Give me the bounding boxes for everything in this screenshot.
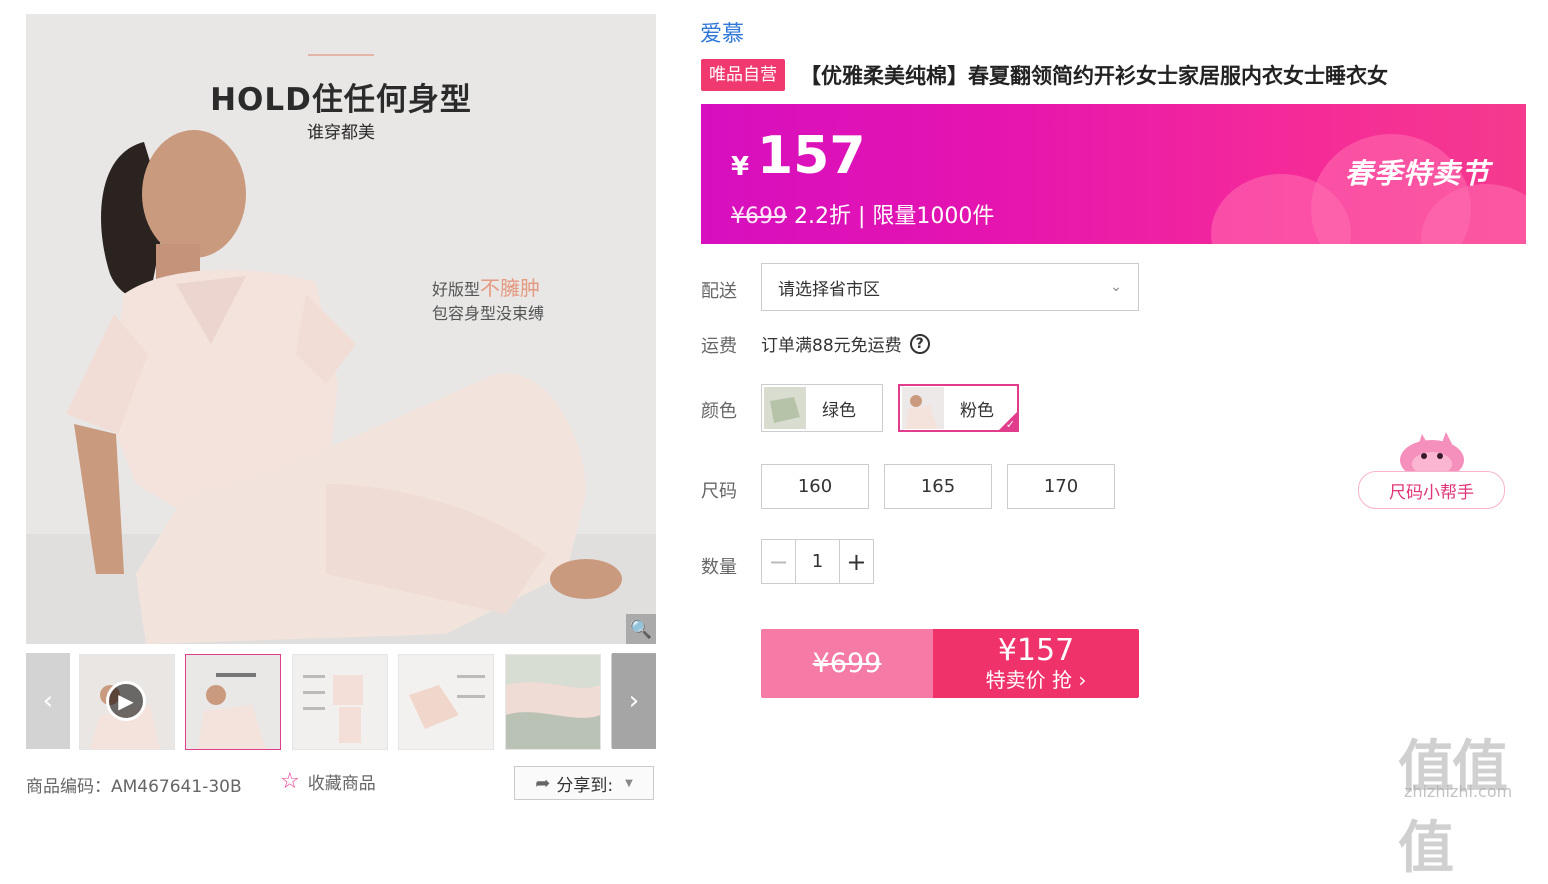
thumbnail-2[interactable] (185, 654, 281, 750)
color-option-pink[interactable]: 粉色 ✓ (898, 384, 1019, 432)
watermark-logo: 值值值 (1398, 735, 1508, 881)
help-icon[interactable]: ? (909, 333, 930, 354)
color-option-label: 粉色 (960, 400, 994, 421)
region-placeholder: 请选择省市区 (778, 279, 880, 300)
shipping-info: 订单满88元免运费 ? (761, 331, 930, 356)
image-feature-line2: 包容身型没束缚 (432, 304, 545, 323)
search-icon: 🔍 (629, 618, 653, 640)
buy-original-price-text: ¥699 (812, 648, 882, 679)
chevron-down-icon: ⌄ (1110, 279, 1122, 295)
buy-sale-price: ¥157 (997, 632, 1075, 668)
decrease-button[interactable]: − (762, 540, 797, 583)
image-feature-line1: 好版型不臃肿 (432, 272, 540, 301)
feature-prefix: 好版型 (432, 280, 481, 299)
quantity-stepper: − 1 + (761, 539, 874, 584)
thumbnail-3[interactable] (292, 654, 388, 750)
check-icon: ✓ (1005, 418, 1015, 431)
thumbnail-5[interactable] (505, 654, 601, 750)
buy-button[interactable]: ¥699 ¥157 特卖价 抢 › (761, 629, 1139, 698)
favorite-label: 收藏商品 (307, 774, 376, 794)
image-heading: HOLD住任何身型 (210, 82, 472, 118)
favorite-button[interactable]: ☆ 收藏商品 (280, 769, 376, 794)
buy-original-price: ¥699 (761, 629, 933, 698)
original-price: ¥699 (731, 204, 787, 229)
thumbnail-video[interactable]: ▶ (79, 654, 175, 750)
share-label: 分享到: (556, 775, 614, 796)
buy-action: 特卖价 抢 › (986, 667, 1087, 693)
thumbnail-image (186, 655, 280, 749)
heading-rule (308, 54, 374, 56)
quantity-input[interactable]: 1 (796, 540, 839, 583)
size-option-170[interactable]: 170 (1007, 464, 1115, 509)
increase-button[interactable]: + (838, 540, 873, 583)
chevron-right-icon: › (628, 686, 640, 716)
thumbnail-image (506, 655, 600, 749)
thumb-next-button[interactable]: › (612, 653, 656, 749)
size-helper-button[interactable]: 尺码小帮手 (1358, 471, 1505, 509)
chevron-right-icon: › (1078, 667, 1087, 692)
region-select[interactable]: 请选择省市区 ⌄ (761, 263, 1139, 311)
shipping-label: 运费 (701, 336, 737, 357)
caret-down-icon: ▼ (625, 777, 633, 789)
product-code: 商品编码：AM467641-30B (26, 777, 242, 797)
size-option-165[interactable]: 165 (884, 464, 992, 509)
product-title: 【优雅柔美纯棉】春夏翻领简约开衫女士家居服内衣女士睡衣女 (800, 64, 1388, 88)
size-label: 尺码 (701, 481, 737, 502)
brand-link[interactable]: 爱慕 (700, 16, 744, 48)
color-option-label: 绿色 (822, 400, 856, 421)
currency-symbol: ¥ (731, 152, 750, 182)
play-video-icon: ▶ (106, 681, 146, 721)
color-option-green[interactable]: 绿色 (761, 384, 883, 432)
main-product-image[interactable]: HOLD住任何身型 谁穿都美 好版型不臃肿 包容身型没束缚 🔍 (26, 14, 656, 644)
quantity-label: 数量 (701, 557, 737, 578)
promo-tag: 春季特卖节 (1345, 157, 1491, 190)
image-subheading: 谁穿都美 (307, 123, 375, 143)
sale-price: 157 (757, 126, 866, 186)
thumbnail-image (293, 655, 387, 749)
thumb-prev-button[interactable]: ‹ (26, 653, 70, 749)
delivery-label: 配送 (701, 281, 737, 302)
watermark-site: zhizhizhi.com (1404, 782, 1513, 801)
size-option-160[interactable]: 160 (761, 464, 869, 509)
star-icon: ☆ (280, 769, 300, 794)
discount-info: 2.2折 | 限量1000件 (787, 204, 995, 229)
green-swatch (764, 387, 806, 429)
chevron-left-icon: ‹ (42, 686, 54, 716)
share-icon: ➦ (535, 772, 551, 794)
feature-accent: 不臃肿 (480, 276, 541, 300)
zoom-button[interactable]: 🔍 (626, 614, 656, 644)
share-dropdown[interactable]: ➦ 分享到: ▼ (514, 766, 654, 800)
thumbnail-image (399, 655, 493, 749)
shipping-text: 订单满88元免运费 (761, 336, 902, 356)
price-subline: ¥699 2.2折 | 限量1000件 (731, 198, 994, 230)
self-operated-badge: 唯品自营 (701, 59, 785, 91)
buy-action-label: 特卖价 抢 (985, 667, 1072, 692)
color-label: 颜色 (701, 401, 737, 422)
price-banner: ¥ 157 ¥699 2.2折 | 限量1000件 春季特卖节 (701, 104, 1526, 244)
buy-now-area[interactable]: ¥157 特卖价 抢 › (933, 629, 1139, 698)
thumbnail-4[interactable] (398, 654, 494, 750)
pink-swatch (902, 387, 944, 429)
